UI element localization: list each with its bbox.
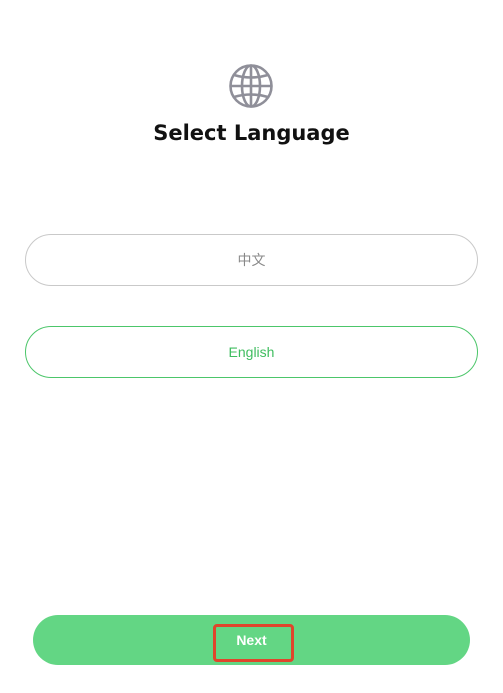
language-select-screen: Select Language 中文 English Next	[0, 0, 503, 693]
language-option-chinese[interactable]: 中文	[25, 234, 478, 286]
language-option-label: 中文	[237, 252, 266, 268]
page-title: Select Language	[153, 121, 350, 145]
language-option-label: English	[228, 344, 275, 360]
highlight-box	[213, 624, 294, 662]
language-option-english[interactable]: English	[25, 326, 478, 378]
globe-icon	[229, 64, 273, 108]
